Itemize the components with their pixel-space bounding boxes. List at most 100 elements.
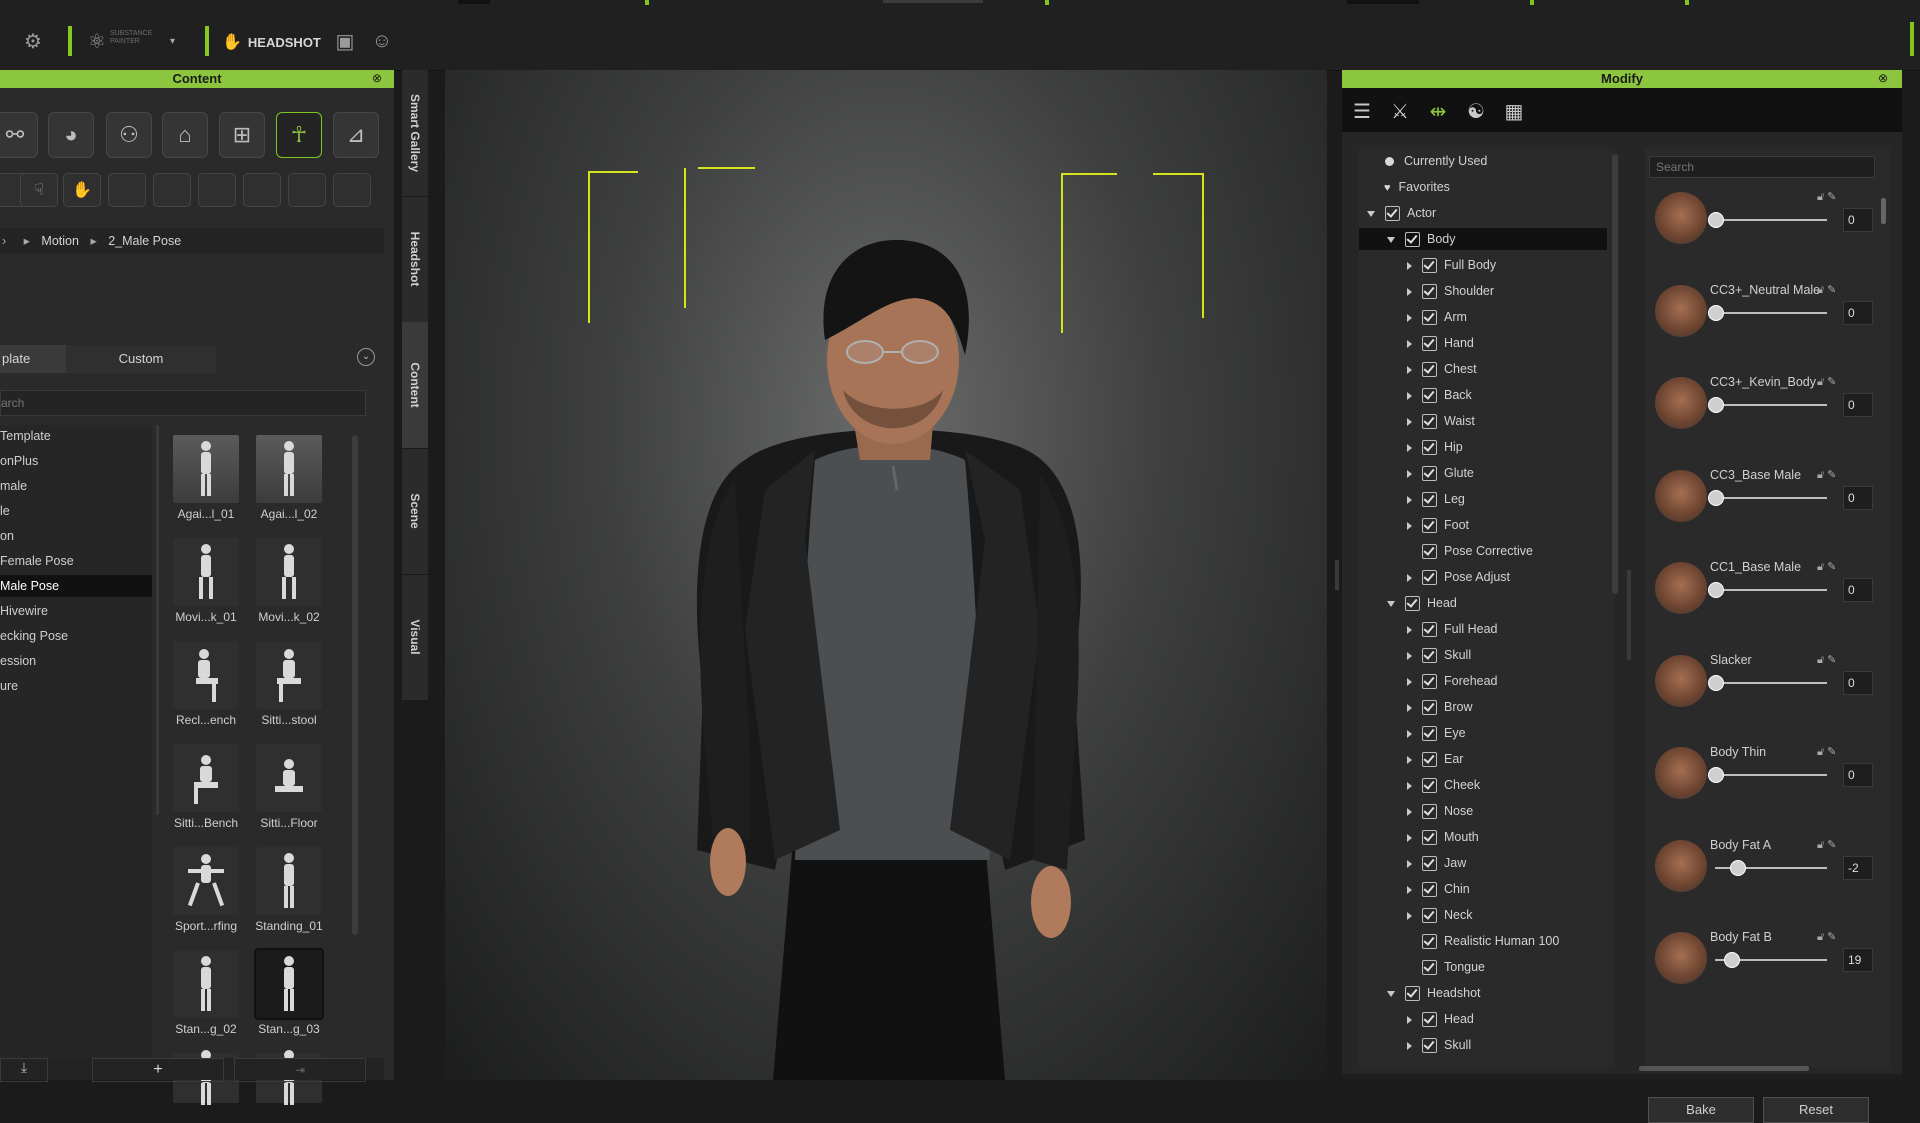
list-item[interactable]: on (0, 525, 152, 547)
checkbox[interactable] (1385, 206, 1400, 222)
tab-custom[interactable]: Custom (66, 345, 216, 373)
3d-viewport[interactable] (445, 70, 1327, 1080)
camera-icon[interactable]: ▣ (330, 26, 360, 56)
chevron-right-icon[interactable] (1407, 703, 1412, 712)
thumbnail[interactable] (173, 538, 239, 606)
tree-item[interactable]: Skull (1359, 644, 1607, 666)
motion-icon[interactable]: ⚔ (1386, 98, 1414, 124)
tree-item[interactable]: Ear (1359, 748, 1607, 770)
list-item[interactable]: le (0, 500, 152, 522)
gesture-icon[interactable]: ☟ (20, 173, 58, 207)
list-item[interactable]: male (0, 475, 152, 497)
slider-track[interactable] (1715, 496, 1827, 499)
chevron-right-icon[interactable] (1407, 859, 1412, 868)
checkbox[interactable] (1422, 726, 1437, 742)
tree-item[interactable]: Head (1359, 1008, 1607, 1030)
substance-painter-label[interactable]: SUBSTANCE PAINTER (110, 30, 166, 46)
checkbox[interactable] (1422, 960, 1437, 976)
checkbox[interactable] (1422, 700, 1437, 716)
lock-icon[interactable]: 🔓︎ ✎ (1817, 468, 1836, 482)
filter-slot[interactable] (243, 173, 281, 207)
thumbnail[interactable] (256, 847, 322, 915)
chevron-right-icon[interactable] (1407, 573, 1412, 582)
chevron-right-icon[interactable] (1407, 443, 1412, 452)
list-item[interactable]: Female Pose (0, 550, 152, 572)
checkbox[interactable] (1422, 518, 1437, 534)
tab-template[interactable]: plate (0, 345, 66, 373)
chevron-down-icon[interactable] (1367, 210, 1375, 217)
filter-slot[interactable] (153, 173, 191, 207)
headshot-button[interactable]: ✋ HEADSHOT (222, 30, 326, 54)
filter-slot[interactable] (198, 173, 236, 207)
lock-icon[interactable]: 🔓︎ ✎ (1817, 653, 1836, 667)
motion-library-icon[interactable]: ⚯ (0, 112, 38, 158)
checkbox[interactable] (1422, 414, 1437, 430)
tree-item[interactable]: Chest (1359, 358, 1607, 380)
filter-slot[interactable] (288, 173, 326, 207)
tree-item[interactable]: Arm (1359, 306, 1607, 328)
morph-value-field[interactable]: 19 (1843, 948, 1873, 972)
tree-item[interactable]: Eye (1359, 722, 1607, 744)
tree-item[interactable]: Currently Used (1359, 150, 1607, 172)
morph-scrollbar[interactable] (1881, 198, 1886, 224)
chevron-right-icon[interactable] (1407, 261, 1412, 270)
tree-item[interactable]: Hip (1359, 436, 1607, 458)
morph-search-input[interactable] (1649, 156, 1875, 178)
checkbox[interactable] (1422, 674, 1437, 690)
chevron-right-icon[interactable] (1407, 287, 1412, 296)
filter-slot[interactable] (108, 173, 146, 207)
lock-icon[interactable]: 🔓︎ ✎ (1817, 930, 1836, 944)
tree-item[interactable]: Waist (1359, 410, 1607, 432)
substance-painter-icon[interactable]: ⚛ (82, 26, 112, 56)
checkbox[interactable] (1422, 752, 1437, 768)
chevron-right-icon[interactable] (1407, 339, 1412, 348)
tree-item[interactable]: Hand (1359, 332, 1607, 354)
list-item[interactable]: onPlus (0, 450, 152, 472)
slider-track[interactable] (1715, 311, 1827, 314)
list-splitter[interactable] (156, 425, 159, 815)
thumbnail-scrollbar[interactable] (352, 435, 358, 935)
checkbox[interactable] (1422, 648, 1437, 664)
close-icon[interactable]: ⊗ (1878, 71, 1888, 85)
checkbox[interactable] (1422, 882, 1437, 898)
lock-icon[interactable]: 🔓︎ ✎ (1817, 745, 1836, 759)
checkbox[interactable] (1422, 934, 1437, 950)
checkbox[interactable] (1405, 986, 1420, 1002)
chevron-right-icon[interactable] (1407, 625, 1412, 634)
checkbox[interactable] (1422, 778, 1437, 794)
slider-handle[interactable] (1708, 489, 1724, 506)
checkbox[interactable] (1422, 856, 1437, 872)
animation-icon[interactable]: ⚙ (18, 26, 48, 56)
slider-track[interactable] (1715, 681, 1827, 684)
slider-handle[interactable] (1708, 304, 1724, 321)
chevron-right-icon[interactable] (1407, 365, 1412, 374)
thumbnail[interactable] (173, 950, 239, 1018)
accessory-icon[interactable]: ⌂ (162, 112, 208, 158)
chevron-right-icon[interactable] (1407, 1041, 1412, 1050)
chevron-down-icon[interactable] (1387, 600, 1395, 607)
checkbox[interactable] (1422, 440, 1437, 456)
tree-item[interactable]: Nose (1359, 800, 1607, 822)
morph-value-field[interactable]: 0 (1843, 300, 1873, 325)
checkbox[interactable] (1422, 258, 1437, 274)
sliders-icon[interactable]: ☰ (1348, 98, 1376, 124)
tree-item[interactable]: Leg (1359, 488, 1607, 510)
chevron-right-icon[interactable] (1407, 313, 1412, 322)
tree-item[interactable]: Full Body (1359, 254, 1607, 276)
checkbox[interactable] (1422, 804, 1437, 820)
prop-icon[interactable]: ⊞ (219, 112, 265, 158)
chevron-right-icon[interactable] (1407, 755, 1412, 764)
list-item[interactable]: Male Pose (0, 575, 152, 597)
chevron-right-icon[interactable] (1407, 417, 1412, 426)
checkbox[interactable] (1422, 1012, 1437, 1028)
panel-splitter[interactable] (1627, 570, 1631, 660)
panel-splitter[interactable] (1335, 560, 1339, 590)
reset-button[interactable]: Reset (1763, 1097, 1869, 1123)
list-item[interactable]: ure (0, 675, 152, 697)
tab-headshot[interactable]: Headshot (402, 196, 428, 323)
thumbnail[interactable] (173, 847, 239, 915)
checkbox[interactable] (1422, 466, 1437, 482)
content-search-input[interactable] (0, 390, 366, 416)
tree-item[interactable]: Full Head (1359, 618, 1607, 640)
lock-icon[interactable]: 🔓︎ ✎ (1817, 560, 1836, 574)
